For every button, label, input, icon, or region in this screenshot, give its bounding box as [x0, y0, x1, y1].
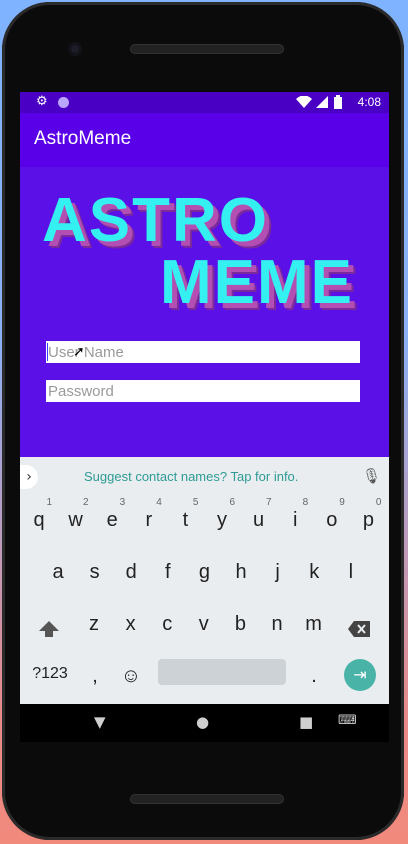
mouse-cursor-icon: ➚	[73, 344, 85, 360]
logo-line-2: MEME	[160, 248, 354, 317]
key-m[interactable]: m	[297, 601, 331, 649]
logo-line-1: ASTRO	[42, 186, 269, 255]
key-k[interactable]: k	[297, 549, 331, 597]
keyboard-switch-icon[interactable]: ⌨	[338, 713, 357, 728]
key-b[interactable]: b	[223, 601, 257, 649]
key-p[interactable]: 0p	[351, 497, 385, 545]
password-input[interactable]	[46, 380, 360, 402]
space-bar[interactable]	[158, 659, 286, 685]
key-d[interactable]: d	[114, 549, 148, 597]
status-time: 4:08	[357, 95, 381, 109]
app-title: AstroMeme	[34, 128, 132, 149]
back-icon[interactable]: ▼	[94, 713, 106, 731]
username-input[interactable]	[46, 341, 360, 363]
top-speaker	[130, 44, 284, 54]
key-o[interactable]: 9o	[315, 497, 349, 545]
period-key[interactable]: .	[297, 653, 331, 701]
bottom-speaker	[130, 794, 284, 804]
key-w[interactable]: 2w	[59, 497, 93, 545]
key-a[interactable]: a	[41, 549, 75, 597]
key-i[interactable]: 8i	[278, 497, 312, 545]
key-e[interactable]: 3e	[95, 497, 129, 545]
navigation-bar: ▼ ● ■ ⌨	[20, 704, 389, 742]
suggestion-text[interactable]: Suggest contact names? Tap for info.	[84, 469, 298, 484]
key-r[interactable]: 4r	[132, 497, 166, 545]
gear-icon: ⚙	[36, 94, 48, 109]
key-g[interactable]: g	[187, 549, 221, 597]
circle-icon	[58, 97, 69, 108]
wifi-icon	[296, 96, 312, 108]
key-x[interactable]: x	[114, 601, 148, 649]
home-icon[interactable]: ●	[196, 713, 209, 731]
status-bar: ⚙ 4:08	[20, 92, 389, 113]
shift-key[interactable]	[32, 605, 66, 653]
suggestion-strip[interactable]: › Suggest contact names? Tap for info. 🎙	[20, 457, 389, 498]
key-t[interactable]: 5t	[168, 497, 202, 545]
comma-key[interactable]: ,	[78, 653, 112, 701]
key-z[interactable]: z	[77, 601, 111, 649]
screen: ⚙ 4:08 AstroMeme ASTRO MEME ➚ › Suggest …	[20, 92, 389, 742]
app-bar: AstroMeme	[20, 113, 389, 167]
emoji-icon[interactable]: ☺	[114, 653, 148, 701]
login-content: ASTRO MEME	[20, 167, 389, 534]
symbols-key[interactable]: ?123	[30, 653, 70, 701]
key-c[interactable]: c	[150, 601, 184, 649]
recents-icon[interactable]: ■	[299, 713, 313, 731]
key-n[interactable]: n	[260, 601, 294, 649]
text-caret	[47, 343, 48, 361]
key-f[interactable]: f	[151, 549, 185, 597]
key-s[interactable]: s	[78, 549, 112, 597]
signal-icon	[316, 96, 328, 108]
chevron-right-icon[interactable]: ›	[20, 465, 38, 489]
key-q[interactable]: 1q	[22, 497, 56, 545]
next-field-icon[interactable]: ⇥	[344, 659, 376, 691]
microphone-icon[interactable]: 🎙	[362, 467, 381, 485]
key-h[interactable]: h	[224, 549, 258, 597]
battery-icon	[334, 95, 342, 109]
key-u[interactable]: 7u	[242, 497, 276, 545]
app-logo: ASTRO MEME	[42, 185, 352, 317]
front-camera	[68, 42, 82, 56]
key-l[interactable]: l	[334, 549, 368, 597]
key-y[interactable]: 6y	[205, 497, 239, 545]
backspace-key[interactable]	[342, 605, 376, 653]
key-v[interactable]: v	[187, 601, 221, 649]
key-j[interactable]: j	[261, 549, 295, 597]
keyboard: 1q2w3e4r5t6y7u8i9o0p asdfghjkl zxcvbnm ?…	[20, 497, 389, 704]
